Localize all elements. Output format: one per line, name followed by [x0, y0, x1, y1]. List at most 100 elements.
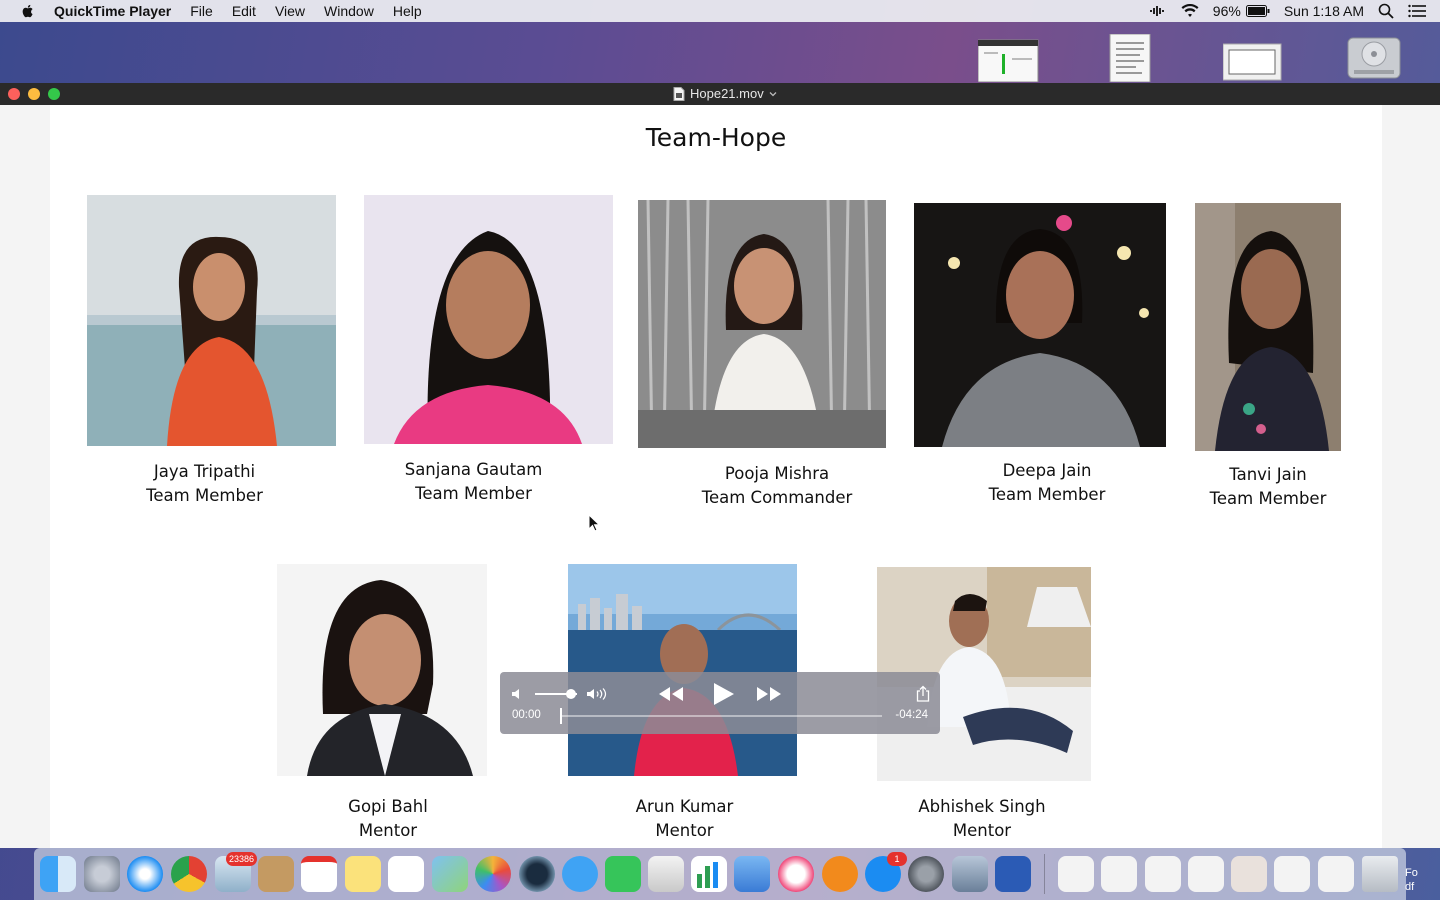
battery-icon[interactable] — [1245, 5, 1270, 17]
battery-percent: 96% — [1212, 3, 1241, 19]
movie-file-icon — [673, 86, 685, 101]
member-photo — [568, 564, 797, 776]
contacts-icon[interactable] — [258, 856, 294, 892]
member-role: Mentor — [952, 821, 1012, 840]
member-photo — [364, 195, 613, 444]
menu-view[interactable]: View — [275, 3, 305, 19]
window-titlebar[interactable]: Hope21.mov — [0, 83, 1440, 105]
member-photo — [638, 200, 886, 448]
member-name: Pooja Mishra — [724, 464, 830, 483]
dock-divider — [1044, 854, 1045, 894]
dock-stack-photos-icon[interactable] — [1231, 856, 1267, 892]
bluetooth-dots-icon[interactable] — [1149, 4, 1167, 18]
fast-forward-icon[interactable] — [756, 685, 782, 703]
window-title[interactable]: Hope21.mov — [673, 86, 784, 101]
wifi-icon[interactable] — [1181, 4, 1199, 18]
member-role: Team Member — [146, 486, 263, 505]
member-role: Team Member — [988, 485, 1106, 504]
rewind-icon[interactable] — [658, 685, 684, 703]
dock-stack-spreadsheet-icon[interactable] — [1101, 856, 1137, 892]
calendar-icon[interactable] — [301, 856, 337, 892]
member-role: Team Member — [415, 484, 532, 503]
maps-icon[interactable] — [432, 856, 468, 892]
chrome-icon[interactable] — [171, 856, 207, 892]
dock-stack-chart-icon[interactable] — [1145, 856, 1181, 892]
dock-stack-sheet-icon[interactable] — [1318, 856, 1354, 892]
safari-icon[interactable] — [127, 856, 163, 892]
desktop-hard-drive-icon[interactable] — [1346, 34, 1402, 82]
playback-controls[interactable]: 00:00 -04:24 — [500, 672, 940, 734]
member-card: Deepa Jain Team Member — [914, 203, 1166, 507]
notes-icon[interactable] — [345, 856, 381, 892]
menu-window[interactable]: Window — [324, 3, 374, 19]
trash-icon[interactable] — [1362, 856, 1398, 892]
share-icon[interactable] — [916, 685, 930, 702]
menu-help[interactable]: Help — [393, 3, 422, 19]
volume-mute-icon[interactable] — [511, 687, 525, 701]
chevron-down-icon[interactable] — [767, 88, 779, 100]
menu-bar: QuickTime Player File Edit View Window H… — [0, 0, 1440, 22]
clock[interactable]: Sun 1:18 AM — [1284, 3, 1364, 19]
menu-edit[interactable]: Edit — [232, 3, 256, 19]
dock-stack-window-icon[interactable] — [1188, 856, 1224, 892]
bar-chart-icon — [697, 862, 718, 888]
member-role: Team Commander — [701, 488, 853, 507]
member-name: Arun Kumar — [635, 797, 734, 816]
mail-icon[interactable]: 23386 — [215, 852, 257, 892]
member-photo — [277, 564, 487, 776]
app-store-icon[interactable]: 1 — [865, 852, 907, 892]
launchpad-icon[interactable] — [84, 856, 120, 892]
numbers-icon[interactable] — [691, 856, 727, 892]
dock-stack-document-icon[interactable] — [1058, 856, 1094, 892]
member-photo — [1195, 203, 1341, 451]
member-card: Gopi Bahl Mentor — [277, 564, 487, 843]
keynote-icon[interactable] — [734, 856, 770, 892]
facetime-icon[interactable] — [605, 856, 641, 892]
dock-stack-file-icon[interactable] — [1274, 856, 1310, 892]
desktop-document-icon[interactable] — [1108, 34, 1152, 82]
desktop-window-icon[interactable] — [1223, 34, 1283, 82]
close-window-button[interactable] — [8, 88, 20, 100]
quicktime-icon[interactable] — [519, 856, 555, 892]
playhead[interactable] — [560, 708, 562, 724]
video-frame[interactable]: Team-Hope Jaya Tripathi Team Member Sanj… — [50, 105, 1382, 848]
finder-icon[interactable] — [40, 856, 76, 892]
app-menu[interactable]: QuickTime Player — [54, 3, 171, 19]
volume-max-icon[interactable] — [586, 686, 610, 702]
desktop-screenshot-icon[interactable] — [978, 34, 1040, 82]
system-preferences-icon[interactable] — [908, 856, 944, 892]
member-name: Deepa Jain — [1002, 461, 1092, 480]
photos-icon[interactable] — [475, 856, 511, 892]
member-name: Jaya Tripathi — [153, 462, 256, 481]
member-role: Mentor — [358, 821, 418, 840]
messages-icon[interactable] — [562, 856, 598, 892]
member-card: Jaya Tripathi Team Member — [87, 195, 336, 508]
mail-badge: 23386 — [225, 852, 257, 866]
zoom-window-button[interactable] — [48, 88, 60, 100]
spotlight-search-icon[interactable] — [1378, 3, 1394, 19]
apple-menu-icon[interactable] — [20, 3, 36, 19]
partial-label-line-1: Fo — [1405, 867, 1418, 879]
elapsed-time: 00:00 — [512, 709, 541, 721]
ibooks-icon[interactable] — [822, 856, 858, 892]
window-title-text: Hope21.mov — [690, 86, 764, 101]
quicktime-window: Hope21.mov Team-Hope Jaya Tripathi Team … — [0, 83, 1440, 848]
reminders-icon[interactable] — [388, 856, 424, 892]
partial-label-line-2: df — [1405, 881, 1415, 893]
play-icon[interactable] — [711, 682, 735, 706]
timeline-scrubber[interactable] — [560, 715, 882, 717]
minimize-window-button[interactable] — [28, 88, 40, 100]
desktop-partial-label: Fo df — [1405, 866, 1418, 894]
remaining-time: -04:24 — [895, 709, 928, 721]
member-name: Tanvi Jain — [1229, 465, 1307, 484]
itunes-icon[interactable] — [778, 856, 814, 892]
menu-file[interactable]: File — [190, 3, 213, 19]
notification-center-icon[interactable] — [1408, 4, 1426, 18]
volume-knob[interactable] — [565, 689, 576, 699]
image-capture-icon[interactable] — [952, 856, 988, 892]
word-icon[interactable] — [995, 856, 1031, 892]
app-store-badge: 1 — [887, 852, 907, 866]
member-card: Tanvi Jain Team Member — [1195, 203, 1341, 511]
slide-title: Team-Hope — [645, 123, 787, 152]
preview-icon[interactable] — [648, 856, 684, 892]
